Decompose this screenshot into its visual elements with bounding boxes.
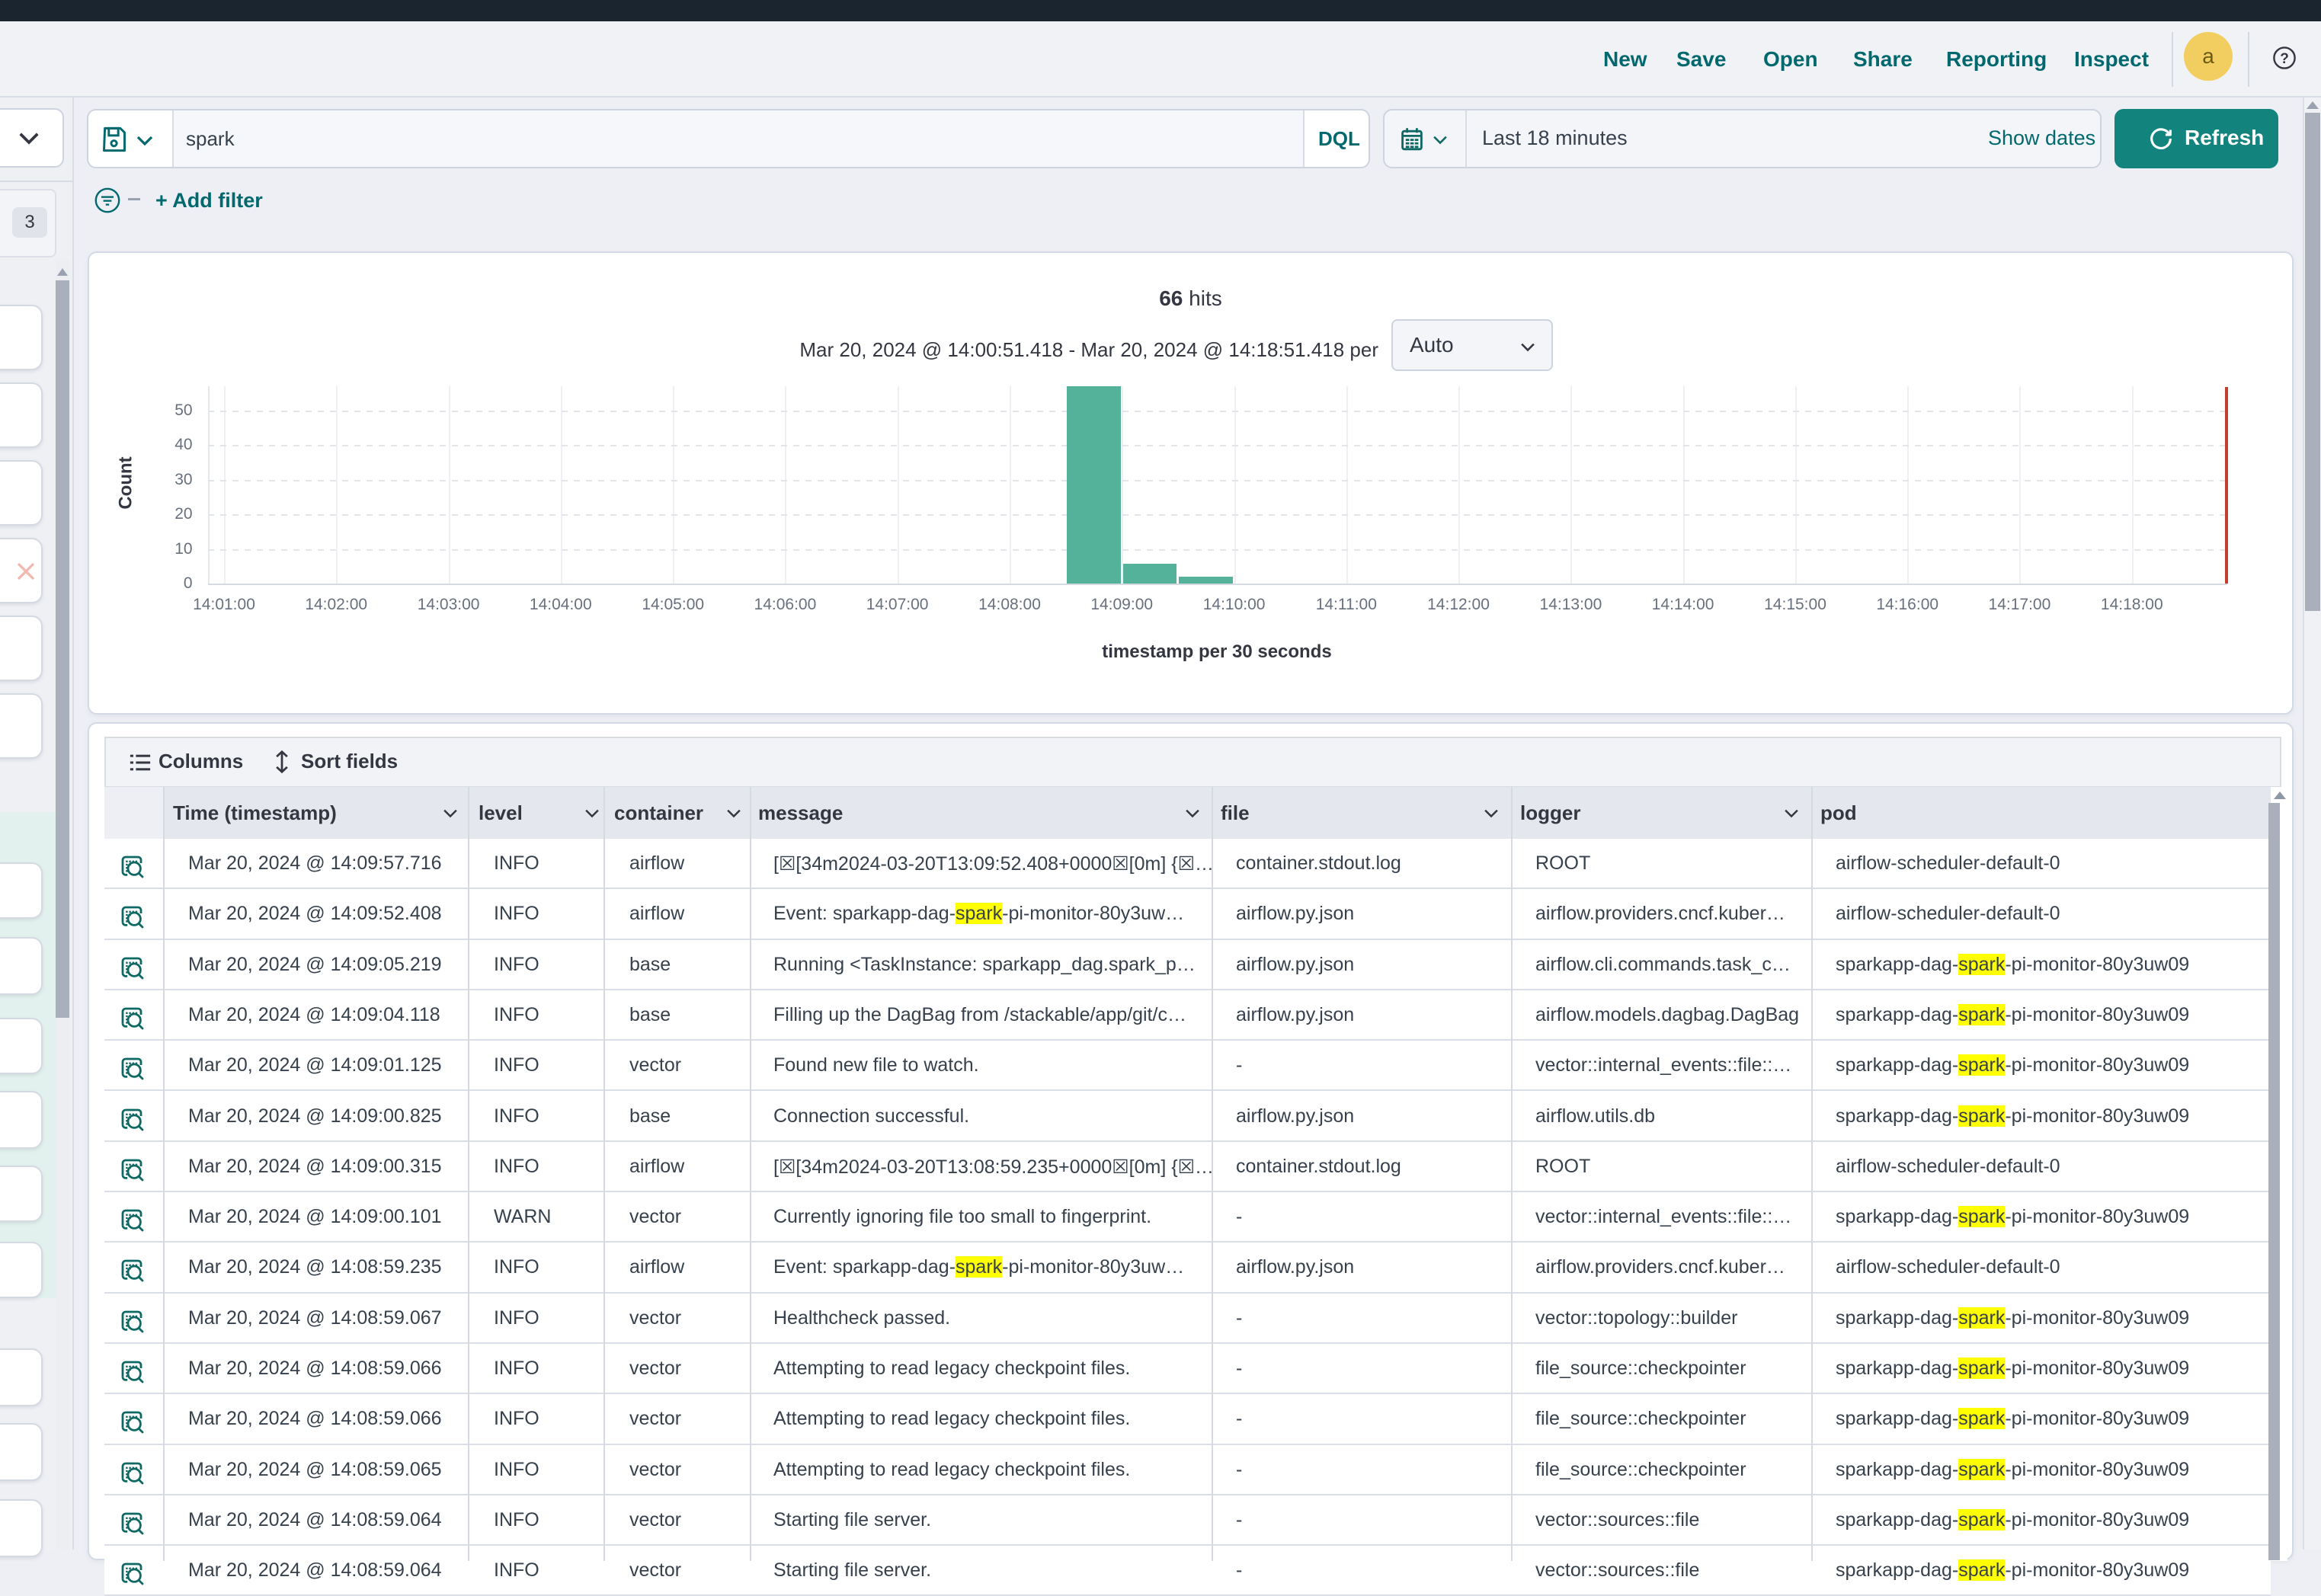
svg-text:?: ? — [2280, 51, 2289, 67]
